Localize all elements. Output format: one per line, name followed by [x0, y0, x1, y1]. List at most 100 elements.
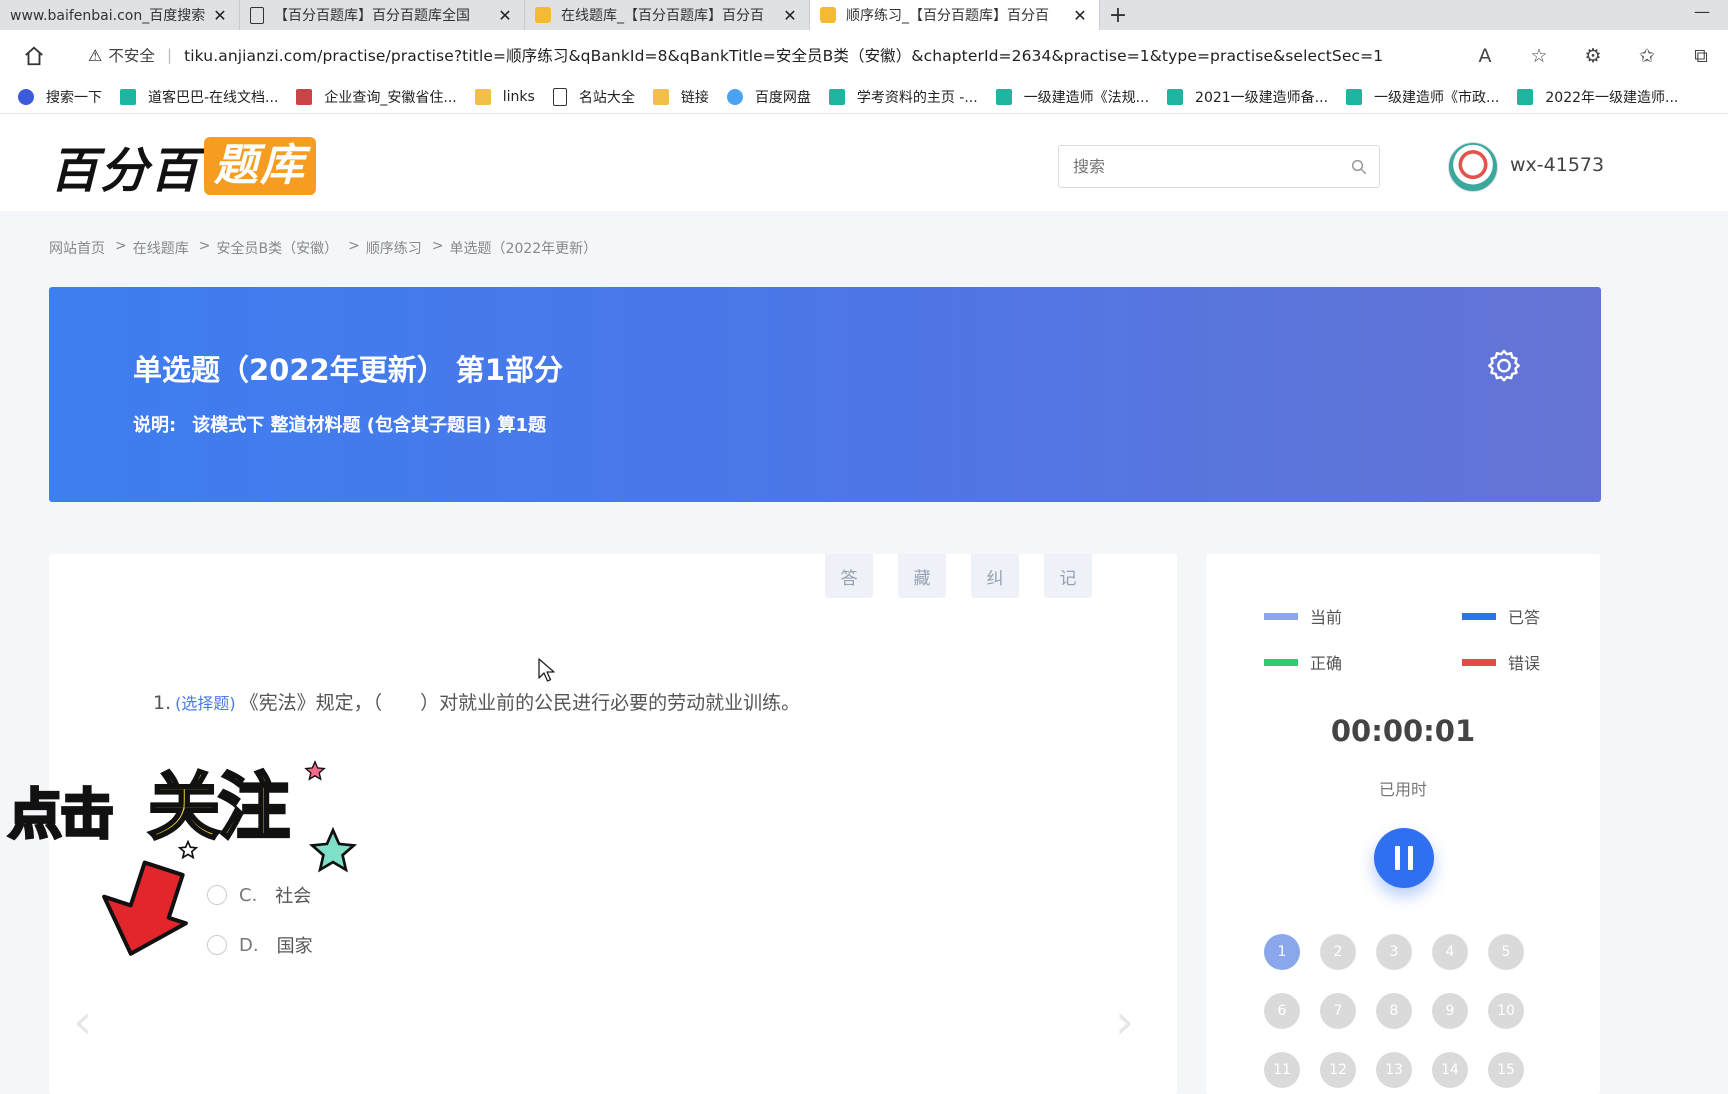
extensions-icon[interactable]: ⚙ — [1566, 45, 1620, 67]
description-label: 说明: — [133, 415, 177, 436]
close-icon[interactable]: ✕ — [496, 6, 514, 25]
question-number-button[interactable]: 11 — [1264, 1052, 1300, 1088]
baidu-paw-icon — [18, 89, 34, 105]
question-number-button[interactable]: 3 — [1376, 934, 1412, 970]
pause-icon — [1408, 846, 1413, 870]
bookmarks-bar: 搜索一下 道客巴巴-在线文档... 企业查询_安徽省住... links 名站大… — [0, 81, 1728, 114]
question-number-button[interactable]: 6 — [1264, 993, 1300, 1029]
breadcrumb-item[interactable]: 顺序练习 — [366, 238, 422, 258]
timer-label: 已用时 — [1378, 780, 1427, 799]
report-error-button[interactable]: 纠 — [971, 554, 1019, 598]
legend-swatch — [1462, 658, 1496, 666]
bookmark-item[interactable]: 链接 — [652, 87, 709, 107]
collections-icon[interactable]: ⧉ — [1674, 45, 1728, 67]
pause-icon — [1395, 846, 1400, 870]
follow-sticker-overlay: 点击 关注 — [7, 748, 358, 968]
favorites-icon[interactable]: ✩ — [1620, 45, 1674, 67]
question-number-button[interactable]: 14 — [1432, 1052, 1468, 1088]
site-header: 百分百 题库 wx-41573 — [0, 114, 1728, 211]
legend-answered: 已答 — [1462, 604, 1540, 628]
cloud-icon — [726, 89, 743, 105]
username[interactable]: wx-41573 — [1510, 154, 1604, 176]
home-button[interactable] — [14, 36, 54, 76]
close-icon[interactable]: ✕ — [1071, 6, 1089, 25]
folder-icon — [474, 89, 491, 105]
bookmark-item[interactable]: 搜索一下 — [18, 87, 102, 107]
elapsed-timer: 00:00:01 — [1330, 714, 1476, 748]
legend-wrong: 错误 — [1462, 650, 1540, 674]
answer-button[interactable]: 答 — [825, 554, 873, 598]
bookmark-item[interactable]: 2022年一级建造师... — [1517, 87, 1678, 107]
question-number-button[interactable]: 5 — [1488, 934, 1524, 970]
folder-icon — [652, 89, 669, 105]
bookmark-item[interactable]: 道客巴巴-在线文档... — [120, 87, 278, 107]
new-tab-button[interactable]: + — [1100, 0, 1136, 30]
url-text[interactable]: tiku.anjianzi.com/practise/practise?titl… — [184, 44, 1383, 66]
close-icon[interactable]: ✕ — [211, 6, 229, 25]
browser-tab[interactable]: www.baifenbai.con_百度搜索 ✕ — [0, 0, 240, 30]
legend-current: 当前 — [1264, 604, 1342, 628]
search-icon[interactable] — [1339, 158, 1379, 176]
question-number-button[interactable]: 1 — [1264, 934, 1300, 970]
question-number-button[interactable]: 4 — [1432, 934, 1468, 970]
tab-title: 顺序练习_【百分百题库】百分百 — [846, 8, 1049, 24]
breadcrumb: 网站首页 > 在线题库 > 安全员B类（安徽） > 顺序练习 > 单选题（202… — [49, 238, 597, 258]
breadcrumb-item[interactable]: 网站首页 — [49, 238, 105, 258]
browser-tab-active[interactable]: 顺序练习_【百分百题库】百分百 ✕ — [810, 0, 1100, 30]
favorite-button[interactable]: 藏 — [898, 554, 946, 598]
logo-badge: 题库 — [204, 137, 317, 195]
bookmark-item[interactable]: 一级建造师《市政... — [1346, 87, 1499, 107]
prev-arrow-icon[interactable]: ‹ — [73, 994, 92, 1050]
tab-title: www.baifenbai.con_百度搜索 — [10, 8, 206, 24]
question-number-button[interactable]: 7 — [1320, 993, 1356, 1029]
bookmark-item[interactable]: 学考资料的主页 -... — [828, 87, 978, 107]
read-aloud-icon[interactable]: A — [1458, 45, 1512, 67]
star-icon — [304, 760, 326, 781]
search-box — [1058, 145, 1380, 188]
divider: | — [166, 46, 173, 64]
question-number-button[interactable]: 13 — [1376, 1052, 1412, 1088]
toolbar-icons: A ☆ ⚙ ✩ ⧉ — [1458, 30, 1728, 81]
question-type: (选择题) — [175, 694, 236, 713]
site-logo[interactable]: 百分百 题库 — [50, 137, 317, 199]
question-number-button[interactable]: 10 — [1488, 993, 1524, 1029]
browser-tab[interactable]: 【百分百题库】百分百题库全国 ✕ — [240, 0, 525, 30]
company-icon — [296, 89, 313, 105]
pause-button[interactable] — [1374, 828, 1434, 888]
star-icon — [178, 840, 198, 860]
bookmark-item[interactable]: 一级建造师《法规... — [995, 87, 1149, 107]
bookmark-item[interactable]: 企业查询_安徽省住... — [296, 87, 457, 107]
browser-tab[interactable]: 在线题库_【百分百题库】百分百 ✕ — [525, 0, 810, 30]
question-number-button[interactable]: 2 — [1320, 934, 1356, 970]
minimize-button[interactable]: — — [1694, 2, 1710, 21]
note-button[interactable]: 记 — [1044, 554, 1092, 598]
question-number-button[interactable]: 9 — [1432, 993, 1468, 1029]
address-bar[interactable]: ⚠ 不安全 | tiku.anjianzi.com/practise/pract… — [70, 36, 1430, 74]
question-number-button[interactable]: 15 — [1488, 1052, 1524, 1088]
breadcrumb-item[interactable]: 安全员B类（安徽） — [216, 238, 338, 258]
answer-sheet-panel: 当前 已答 正确 错误 00:00:01 已用时 1 2 3 4 5 6 7 8… — [1206, 554, 1600, 1094]
breadcrumb-item[interactable]: 在线题库 — [133, 238, 189, 258]
legend-swatch — [1264, 658, 1298, 666]
bookmark-item[interactable]: links — [474, 89, 535, 105]
avatar[interactable] — [1448, 142, 1498, 192]
legend-swatch — [1462, 612, 1496, 620]
settings-button[interactable] — [1485, 347, 1523, 389]
question-number-button[interactable]: 8 — [1376, 993, 1412, 1029]
question-number-button[interactable]: 12 — [1320, 1052, 1356, 1088]
description-text: 该模式下 整道材料题 (包含其子题目) 算1题 — [192, 415, 546, 436]
next-arrow-icon[interactable]: › — [1115, 994, 1134, 1050]
bookmark-item[interactable]: 百度网盘 — [726, 87, 811, 107]
page-icon — [552, 88, 567, 106]
bookmark-item[interactable]: 名站大全 — [552, 87, 635, 107]
add-favorite-icon[interactable]: ☆ — [1512, 45, 1566, 67]
mouse-cursor-icon — [538, 658, 555, 682]
gear-icon — [1488, 349, 1520, 382]
search-input[interactable] — [1071, 156, 1339, 177]
close-icon[interactable]: ✕ — [781, 6, 799, 25]
doc-icon — [1346, 89, 1363, 105]
sticker-text: 点击 — [7, 782, 116, 848]
bookmark-item[interactable]: 2021一级建造师备... — [1167, 87, 1328, 107]
breadcrumb-item: 单选题（2022年更新） — [449, 241, 598, 257]
tab-title: 【百分百题库】百分百题库全国 — [274, 8, 470, 24]
